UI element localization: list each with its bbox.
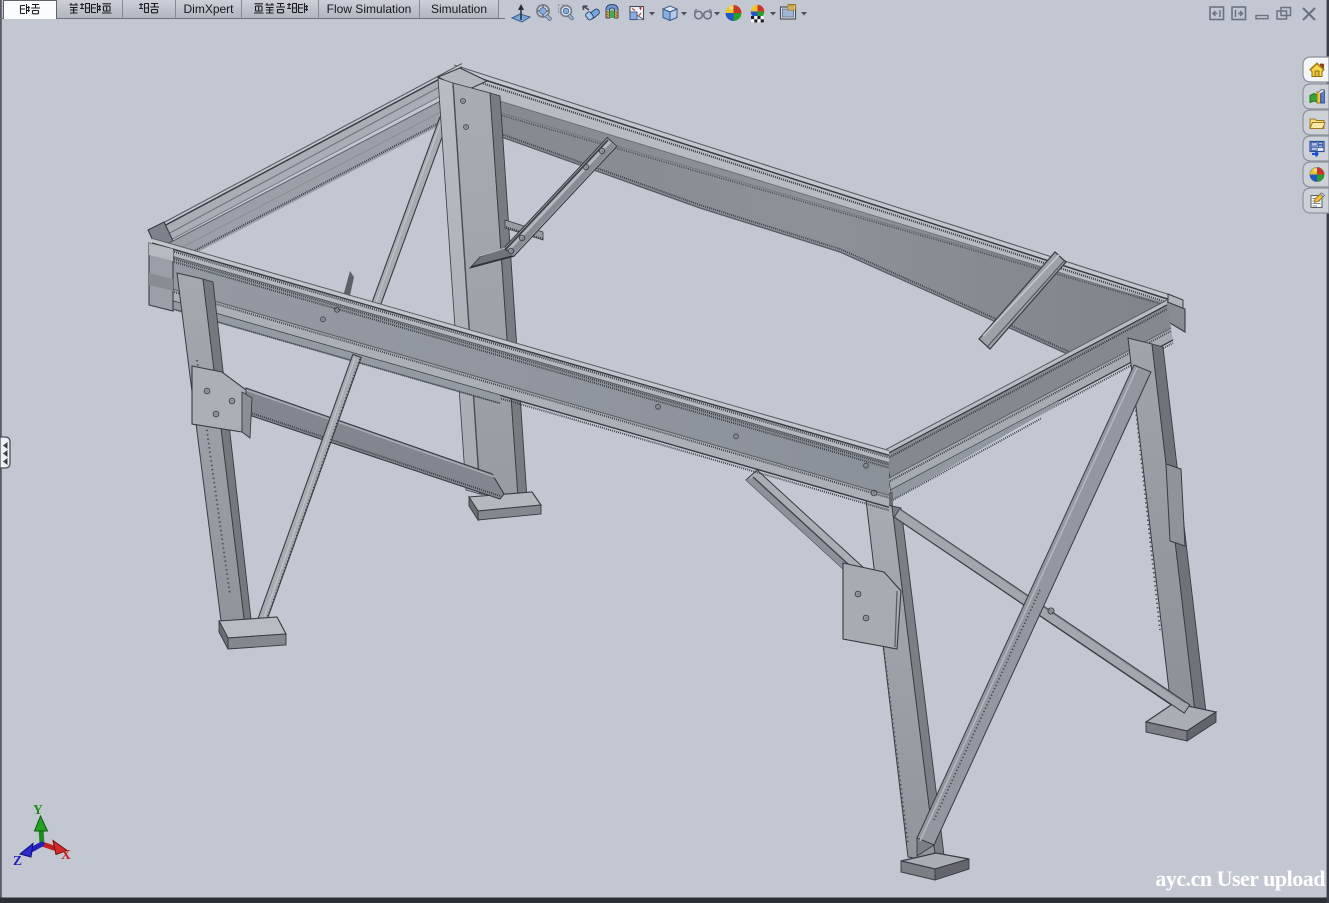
svg-text:X: X xyxy=(61,847,71,862)
svg-text:Z: Z xyxy=(13,853,22,868)
svg-text:Y: Y xyxy=(33,802,43,817)
